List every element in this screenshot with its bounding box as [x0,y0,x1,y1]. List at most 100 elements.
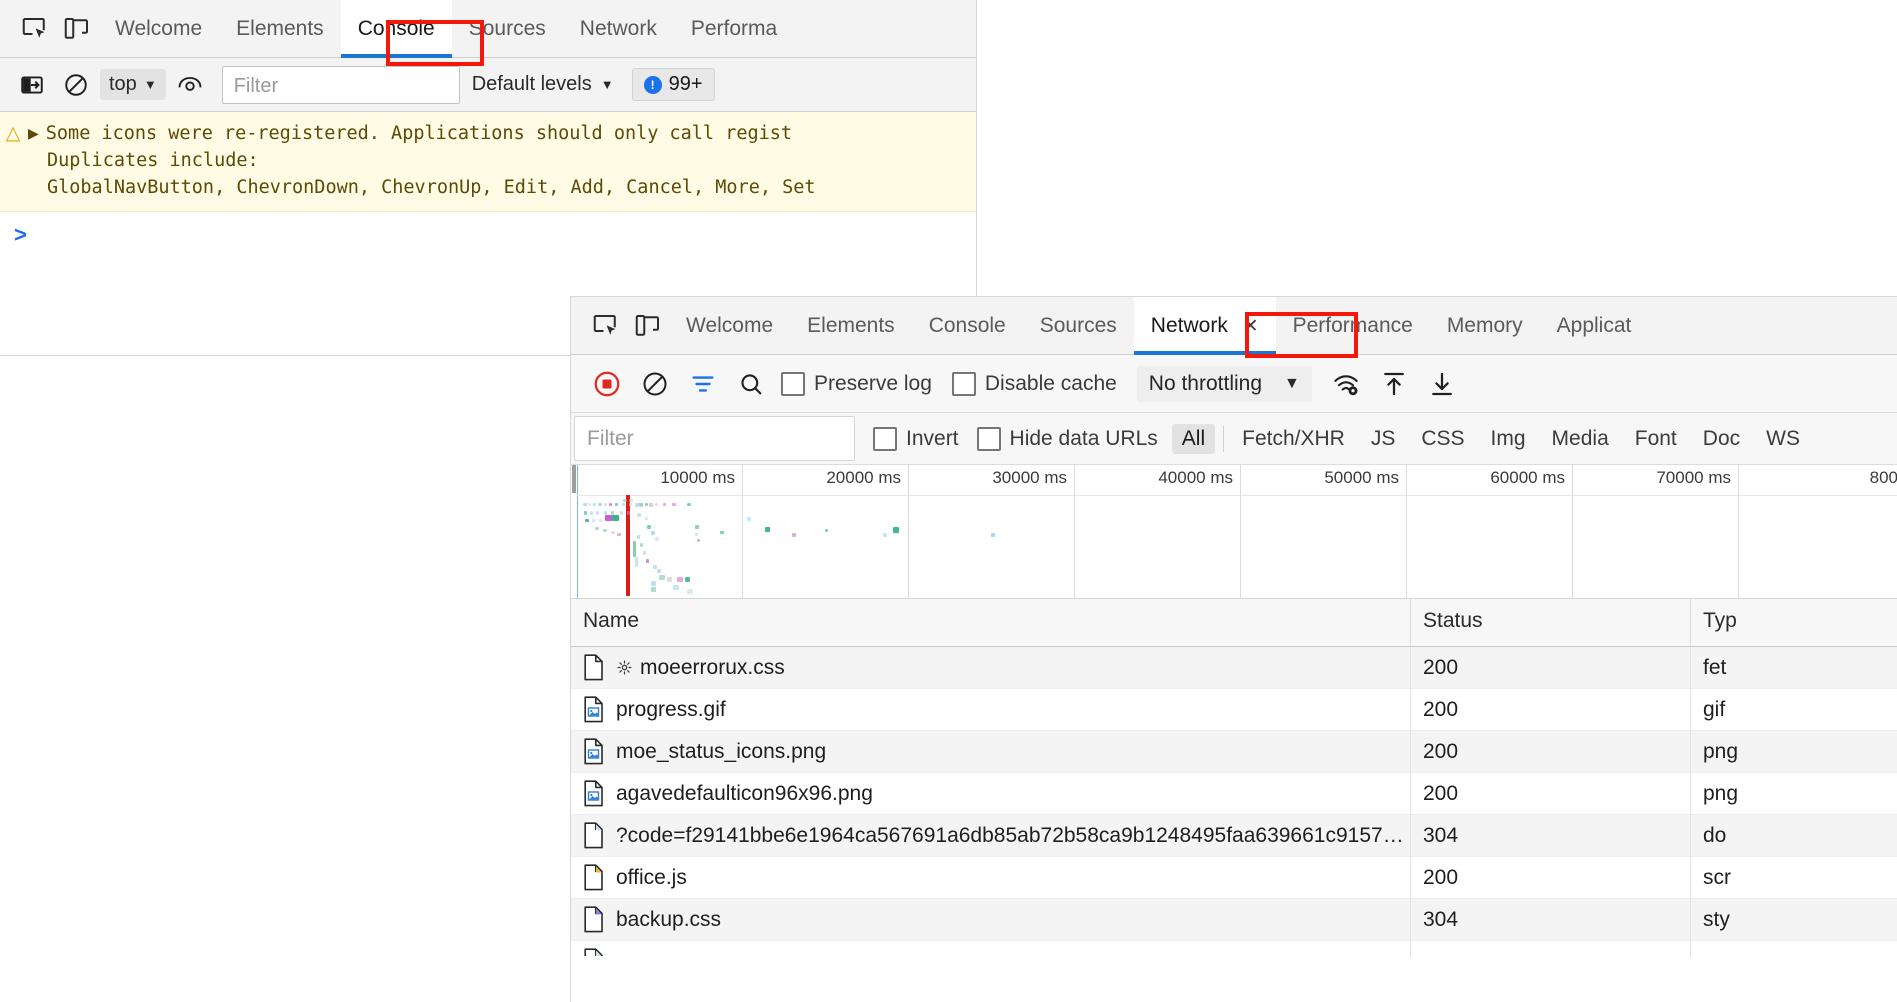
warning-line-1: Some icons were re-registered. Applicati… [46,120,792,147]
network-filter-input[interactable]: Filter [574,416,855,461]
request-name: moeerrorux.css [640,647,785,689]
cell-status: 200 [1411,689,1691,731]
tab-label: Elements [807,314,895,337]
table-row[interactable]: progress.gif200gif [571,689,1897,731]
table-row[interactable]: office.js200scr [571,857,1897,899]
type-filter-js[interactable]: JS [1361,424,1406,454]
tab-memory[interactable]: Memory [1430,297,1540,355]
clear-network-icon[interactable] [631,360,679,408]
style-file-icon [583,906,605,933]
upload-har-icon[interactable] [1370,360,1418,408]
tab-label: Welcome [115,17,202,40]
clear-console-icon[interactable] [10,63,54,107]
resource-type: scr [1703,866,1731,889]
device-toolbar-icon[interactable] [56,8,98,50]
search-icon[interactable] [727,360,775,408]
cell-type: png [1691,731,1897,773]
type-filter-doc[interactable]: Doc [1693,424,1750,454]
overview-request-dot [645,503,648,506]
cell-type [1691,941,1897,957]
table-row[interactable]: ?code=f29141bbe6e1964ca567691a6db85ab72b… [571,815,1897,857]
tab-elements[interactable]: Elements [219,0,341,58]
overview-request-dot [677,577,683,582]
tab-network[interactable]: Network [563,0,674,58]
cell-type: sty [1691,899,1897,941]
tab-welcome[interactable]: Welcome [98,0,219,58]
expand-arrow-icon[interactable]: ▶ [28,120,39,147]
log-level-selector[interactable]: Default levels ▼ [472,73,614,96]
invert-checkbox[interactable]: Invert [873,413,959,464]
request-name: office.js [616,857,687,899]
overview-request-dot [695,525,699,529]
type-filter-media[interactable]: Media [1542,424,1619,454]
console-prompt[interactable]: > [0,212,976,248]
console-filter-input[interactable]: Filter [222,66,460,104]
resource-type: sty [1703,908,1730,931]
preserve-log-checkbox[interactable]: Preserve log [781,372,932,396]
type-filter-ws[interactable]: WS [1756,424,1810,454]
live-expression-icon[interactable] [168,63,212,107]
tab-application[interactable]: Applicat [1540,297,1649,355]
overview-request-dot [627,511,630,515]
overview-request-dot [655,503,658,506]
resource-type: gif [1703,698,1725,721]
doc-file-icon [583,822,605,849]
table-row[interactable] [571,941,1897,956]
record-stop-icon[interactable] [583,360,631,408]
type-filter-img[interactable]: Img [1481,424,1536,454]
type-filter-fetch-xhr[interactable]: Fetch/XHR [1232,424,1355,454]
issues-badge[interactable]: ! 99+ [632,68,715,101]
request-name: backup.css [616,899,721,941]
overview-tick-label: 800 [1870,468,1897,488]
overview-request-dot [599,519,602,522]
inspect-element-icon[interactable] [585,305,627,347]
column-header-name[interactable]: Name [571,599,1411,646]
device-toolbar-icon[interactable] [627,305,669,347]
tab-performance[interactable]: Performance [1276,297,1430,355]
context-label: top [109,73,137,96]
column-header-type[interactable]: Typ [1691,599,1897,646]
overview-request-dot [643,551,646,555]
type-filter-css[interactable]: CSS [1411,424,1474,454]
execution-context-selector[interactable]: top ▼ [100,69,166,100]
network-toolbar: Preserve log Disable cache No throttling… [571,355,1897,413]
throttling-selector[interactable]: No throttling ▼ [1137,366,1312,402]
tab-console[interactable]: Console [912,297,1023,355]
script-file-icon [583,864,605,891]
overview-body[interactable]: 10000 ms 20000 ms 30000 ms 40000 ms 5000… [577,465,1897,598]
table-row[interactable]: agavedefaulticon96x96.png200png [571,773,1897,815]
tab-console[interactable]: Console [341,0,452,58]
cell-type: scr [1691,857,1897,899]
tab-sources[interactable]: Sources [452,0,563,58]
image-file-icon [583,738,605,765]
close-icon[interactable]: ✕ [1243,316,1259,337]
image-file-icon [583,696,605,723]
inspect-element-icon[interactable] [14,8,56,50]
network-overview-timeline[interactable]: 10000 ms 20000 ms 30000 ms 40000 ms 5000… [571,465,1897,599]
tab-elements[interactable]: Elements [790,297,912,355]
table-row[interactable]: moeerrorux.css200fet [571,647,1897,689]
type-filter-font[interactable]: Font [1625,424,1687,454]
tab-network[interactable]: Network ✕ [1134,297,1276,355]
overview-request-dot [667,577,672,582]
download-har-icon[interactable] [1418,360,1466,408]
overview-request-dot [588,503,591,506]
table-row[interactable]: backup.css304sty [571,899,1897,941]
network-filter-bar: Filter Invert Hide data URLs All Fetch/X… [571,413,1897,465]
filter-funnel-icon[interactable] [679,360,727,408]
tab-performance[interactable]: Performa [674,0,794,58]
tab-welcome[interactable]: Welcome [669,297,790,355]
column-header-status[interactable]: Status [1411,599,1691,646]
table-row[interactable]: moe_status_icons.png200png [571,731,1897,773]
status-code: 200 [1423,782,1458,805]
cell-name: backup.css [571,899,1411,941]
resource-type: fet [1703,656,1726,679]
hide-data-urls-checkbox[interactable]: Hide data URLs [977,413,1158,464]
disable-cache-checkbox[interactable]: Disable cache [952,372,1117,396]
console-warning-message[interactable]: △ ▶ Some icons were re-registered. Appli… [0,112,976,212]
cell-name: moe_status_icons.png [571,731,1411,773]
tab-sources[interactable]: Sources [1023,297,1134,355]
network-conditions-icon[interactable] [1322,360,1370,408]
no-entry-icon[interactable] [54,63,98,107]
type-filter-all[interactable]: All [1172,424,1215,454]
